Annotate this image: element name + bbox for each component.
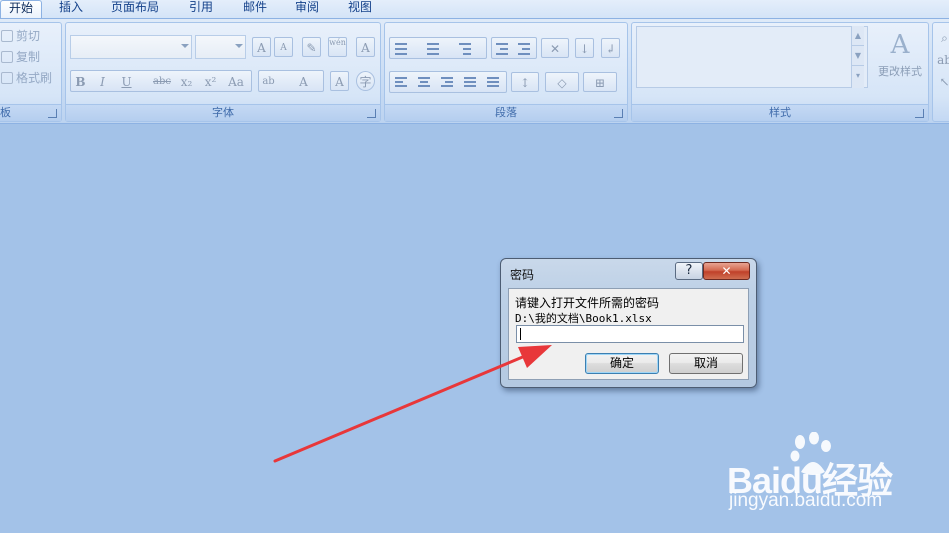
baidu-jingyan-watermark: Baidu经验 jingyan.baidu.com [727, 432, 942, 520]
watermark-url: jingyan.baidu.com [729, 490, 883, 511]
